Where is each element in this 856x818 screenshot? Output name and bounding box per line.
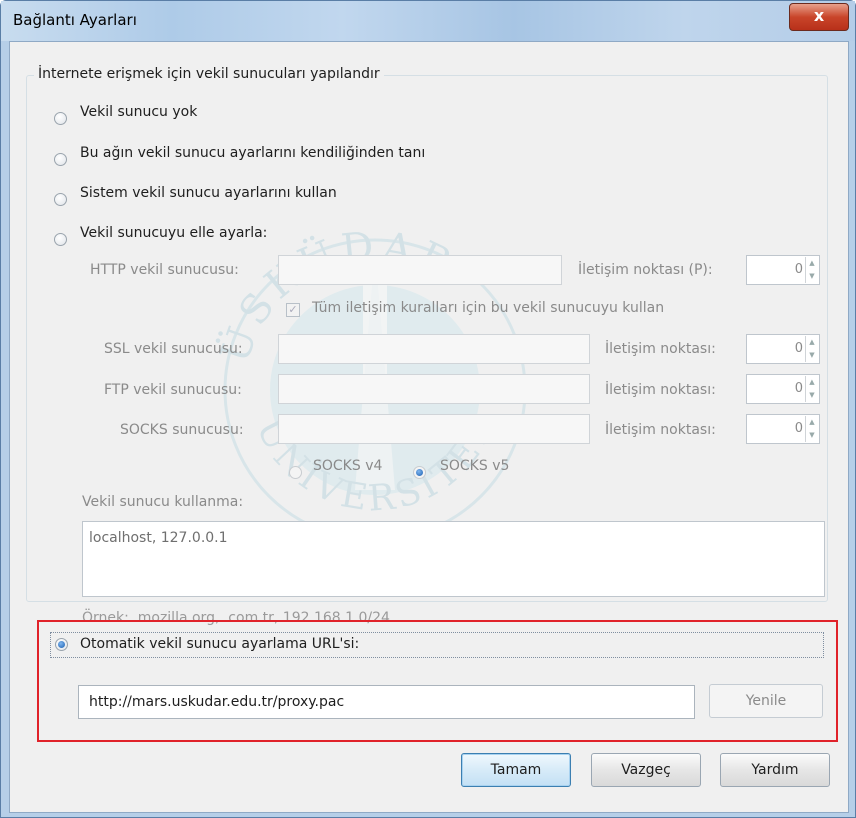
cancel-button[interactable]: Vazgeç [591,753,701,787]
dialog-title: Bağlantı Ayarları [13,11,137,29]
manual-proxy-label[interactable]: Vekil sunucuyu elle ayarla: [80,225,267,241]
spin-up-icon[interactable]: ▲ [806,257,818,270]
title-bar[interactable]: Bağlantı Ayarları x [1,1,855,41]
radio-manual-proxy[interactable] [54,233,67,246]
http-port-value: 0 [794,262,803,277]
socks-port-stepper[interactable]: 0 ▲ ▼ [746,414,820,444]
ok-button[interactable]: Tamam [461,753,571,787]
ssl-proxy-input[interactable] [278,334,590,364]
no-proxy-for-label: Vekil sunucu kullanma: [82,494,244,510]
no-proxy-label[interactable]: Vekil sunucu yok [80,104,197,120]
http-proxy-label: HTTP vekil sunucusu: [90,262,239,278]
spin-down-icon[interactable]: ▼ [806,349,818,362]
radio-no-proxy[interactable] [54,112,67,125]
socks-v5-label[interactable]: SOCKS v5 [440,458,509,474]
ssl-port-value: 0 [794,341,803,356]
auto-detect-label[interactable]: Bu ağın vekil sunucu ayarlarını kendiliğ… [80,145,425,161]
socks-port-value: 0 [794,421,803,436]
http-port-stepper[interactable]: 0 ▲ ▼ [746,255,820,285]
system-proxy-label[interactable]: Sistem vekil sunucu ayarlarını kullan [80,185,337,201]
spin-down-icon[interactable]: ▼ [806,270,818,283]
spin-up-icon[interactable]: ▲ [806,416,818,429]
group-title: İnternete erişmek için vekil sunucuları … [34,66,384,82]
radio-socks-v4[interactable] [289,466,302,479]
checkmark-icon: ✓ [288,303,298,316]
close-icon: x [813,6,825,25]
ssl-port-label: İletişim noktası: [605,341,716,357]
radio-socks-v5[interactable] [413,466,426,479]
spin-down-icon[interactable]: ▼ [806,429,818,442]
ssl-port-stepper[interactable]: 0 ▲ ▼ [746,334,820,364]
ftp-proxy-input[interactable] [278,374,590,404]
use-all-protocols-checkbox[interactable]: ✓ [286,303,300,317]
no-proxy-for-textarea[interactable]: localhost, 127.0.0.1 [82,521,825,597]
ftp-port-label: İletişim noktası: [605,382,716,398]
radio-auto-detect[interactable] [54,153,67,166]
ftp-proxy-label: FTP vekil sunucusu: [104,382,242,398]
close-button[interactable]: x [789,3,849,31]
ftp-port-stepper[interactable]: 0 ▲ ▼ [746,374,820,404]
socks-host-input[interactable] [278,414,590,444]
socks-v4-label[interactable]: SOCKS v4 [313,458,382,474]
ssl-port-spin-buttons[interactable]: ▲ ▼ [805,336,818,362]
socks-port-spin-buttons[interactable]: ▲ ▼ [805,416,818,442]
highlight-annotation [37,620,838,742]
http-port-spin-buttons[interactable]: ▲ ▼ [805,257,818,283]
use-all-protocols-label[interactable]: Tüm iletişim kuralları için bu vekil sun… [312,300,664,316]
spin-up-icon[interactable]: ▲ [806,336,818,349]
radio-system-proxy[interactable] [54,193,67,206]
spin-up-icon[interactable]: ▲ [806,376,818,389]
socks-port-label: İletişim noktası: [605,422,716,438]
ftp-port-spin-buttons[interactable]: ▲ ▼ [805,376,818,402]
no-proxy-for-value: localhost, 127.0.0.1 [89,530,228,546]
ftp-port-value: 0 [794,381,803,396]
ssl-proxy-label: SSL vekil sunucusu: [104,341,243,357]
http-port-label: İletişim noktası (P): [578,262,713,278]
socks-host-label: SOCKS sunucusu: [120,422,244,438]
help-button[interactable]: Yardım [720,753,830,787]
spin-down-icon[interactable]: ▼ [806,389,818,402]
http-proxy-input[interactable] [278,255,562,285]
